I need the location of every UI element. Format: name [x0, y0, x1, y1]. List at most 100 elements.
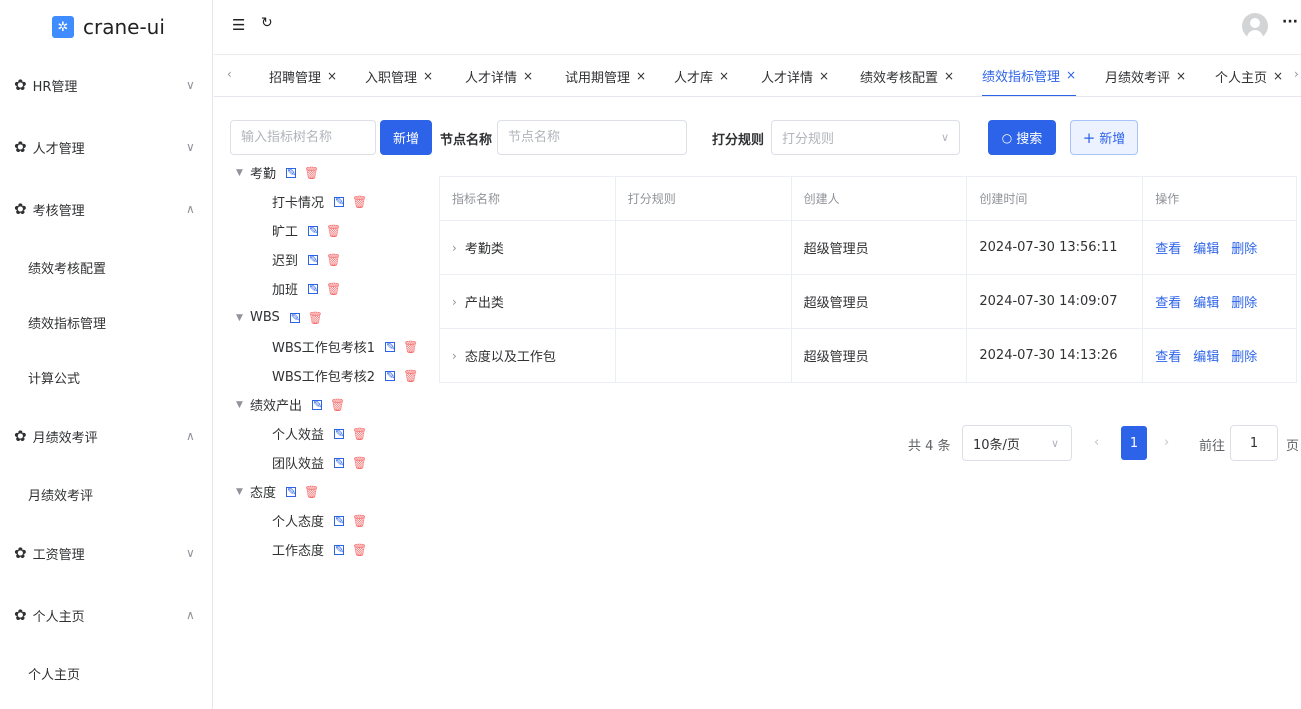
sidebar-group-1[interactable]: ✿ 人才管理 ∨: [0, 116, 212, 178]
tab-5[interactable]: 人才详情 ×: [761, 55, 829, 96]
tab-scroll-left-icon[interactable]: ‹: [227, 67, 232, 81]
page-number-current[interactable]: 1: [1121, 426, 1147, 460]
trash-icon[interactable]: 🗑: [308, 311, 323, 325]
edit-icon[interactable]: ✎: [308, 254, 318, 265]
close-icon[interactable]: ×: [944, 69, 954, 83]
trash-icon[interactable]: 🗑: [352, 427, 367, 441]
tab-3[interactable]: 试用期管理 ×: [565, 55, 646, 96]
node-name-input[interactable]: [497, 120, 687, 155]
edit-icon[interactable]: ✎: [385, 370, 395, 381]
sidebar-group-2[interactable]: ✿ 考核管理 ∧: [0, 178, 212, 240]
next-page-icon[interactable]: ›: [1164, 435, 1169, 450]
close-icon[interactable]: ×: [523, 69, 533, 83]
tree-search-input[interactable]: [230, 120, 376, 155]
expand-row-icon[interactable]: ›: [452, 349, 457, 363]
trash-icon[interactable]: 🗑: [352, 514, 367, 528]
trash-icon[interactable]: 🗑: [352, 195, 367, 209]
tab-1[interactable]: 入职管理 ×: [365, 55, 433, 96]
expand-triangle-icon[interactable]: ▼: [236, 400, 250, 410]
tree-node[interactable]: 迟到 ✎ 🗑: [230, 245, 439, 274]
tree-node[interactable]: 团队效益 ✎ 🗑: [230, 448, 439, 477]
edit-icon[interactable]: ✎: [308, 225, 318, 236]
tree-node[interactable]: ▼ 态度 ✎ 🗑: [230, 477, 439, 506]
sidebar-item-4[interactable]: 绩效指标管理: [0, 295, 212, 350]
sidebar-group-9[interactable]: ✿ 个人主页 ∧: [0, 584, 212, 646]
sidebar-item-5[interactable]: 计算公式: [0, 350, 212, 405]
close-icon[interactable]: ×: [423, 69, 433, 83]
menu-toggle-icon[interactable]: ☰: [232, 16, 245, 34]
tree-node[interactable]: ▼ WBS ✎ 🗑: [230, 303, 439, 332]
sidebar-item-10[interactable]: 个人主页: [0, 646, 212, 701]
tree-node[interactable]: ▼ 绩效产出 ✎ 🗑: [230, 390, 439, 419]
app-logo[interactable]: ✲ crane-ui: [0, 0, 212, 54]
expand-triangle-icon[interactable]: ▼: [236, 487, 250, 497]
avatar[interactable]: [1242, 13, 1268, 39]
view-link[interactable]: 查看: [1155, 238, 1181, 257]
tree-node[interactable]: 个人效益 ✎ 🗑: [230, 419, 439, 448]
page-size-select[interactable]: 10条/页 ∨: [962, 425, 1072, 461]
edit-icon[interactable]: ✎: [334, 196, 344, 207]
search-button[interactable]: ○ 搜索: [988, 120, 1056, 155]
trash-icon[interactable]: 🗑: [304, 166, 319, 180]
trash-icon[interactable]: 🗑: [352, 543, 367, 557]
rule-select[interactable]: 打分规则 ∨: [771, 120, 960, 155]
trash-icon[interactable]: 🗑: [403, 369, 418, 383]
close-icon[interactable]: ×: [1066, 68, 1076, 82]
expand-row-icon[interactable]: ›: [452, 295, 457, 309]
edit-icon[interactable]: ✎: [334, 515, 344, 526]
sidebar-group-0[interactable]: ✿ HR管理 ∨: [0, 54, 212, 116]
sidebar-group-8[interactable]: ✿ 工资管理 ∨: [0, 522, 212, 584]
trash-icon[interactable]: 🗑: [330, 398, 345, 412]
edit-icon[interactable]: ✎: [286, 486, 296, 497]
refresh-icon[interactable]: ↻: [261, 15, 273, 31]
tree-add-button[interactable]: 新增: [380, 120, 432, 155]
tree-node[interactable]: 加班 ✎ 🗑: [230, 274, 439, 303]
expand-triangle-icon[interactable]: ▼: [236, 313, 250, 323]
edit-icon[interactable]: ✎: [312, 399, 322, 410]
edit-icon[interactable]: ✎: [286, 167, 296, 178]
tab-0[interactable]: 招聘管理 ×: [269, 55, 337, 96]
edit-link[interactable]: 编辑: [1193, 292, 1219, 311]
edit-icon[interactable]: ✎: [334, 457, 344, 468]
tree-node[interactable]: WBS工作包考核2 ✎ 🗑: [230, 361, 439, 390]
edit-link[interactable]: 编辑: [1193, 238, 1219, 257]
close-icon[interactable]: ×: [1273, 69, 1283, 83]
tab-7[interactable]: 绩效指标管理 ×: [982, 55, 1077, 96]
expand-triangle-icon[interactable]: ▼: [236, 168, 250, 178]
delete-link[interactable]: 删除: [1231, 346, 1257, 365]
add-button[interactable]: + 新增: [1070, 120, 1138, 155]
edit-icon[interactable]: ✎: [289, 312, 300, 323]
sidebar-item-7[interactable]: 月绩效考评: [0, 467, 212, 522]
close-icon[interactable]: ×: [719, 69, 729, 83]
tab-scroll-right-icon[interactable]: ›: [1294, 67, 1299, 81]
close-icon[interactable]: ×: [636, 69, 646, 83]
tab-2[interactable]: 人才详情 ×: [465, 55, 533, 96]
trash-icon[interactable]: 🗑: [326, 253, 341, 267]
edit-icon[interactable]: ✎: [334, 428, 344, 439]
expand-row-icon[interactable]: ›: [452, 241, 457, 255]
edit-icon[interactable]: ✎: [334, 544, 344, 555]
delete-link[interactable]: 删除: [1231, 292, 1257, 311]
prev-page-icon[interactable]: ‹: [1094, 435, 1099, 450]
delete-link[interactable]: 删除: [1231, 238, 1257, 257]
trash-icon[interactable]: 🗑: [326, 224, 341, 238]
edit-link[interactable]: 编辑: [1193, 346, 1219, 365]
tab-4[interactable]: 人才库 ×: [674, 55, 729, 96]
trash-icon[interactable]: 🗑: [403, 340, 418, 354]
tab-8[interactable]: 月绩效考评 ×: [1105, 55, 1186, 96]
tree-node[interactable]: 打卡情况 ✎ 🗑: [230, 187, 439, 216]
close-icon[interactable]: ×: [819, 69, 829, 83]
tree-node[interactable]: ▼ 考勤 ✎ 🗑: [230, 158, 439, 187]
edit-icon[interactable]: ✎: [385, 341, 395, 352]
sidebar-group-6[interactable]: ✿ 月绩效考评 ∧: [0, 405, 212, 467]
goto-page-input[interactable]: [1230, 425, 1278, 461]
tree-node[interactable]: 旷工 ✎ 🗑: [230, 216, 439, 245]
view-link[interactable]: 查看: [1155, 292, 1181, 311]
trash-icon[interactable]: 🗑: [326, 282, 341, 296]
close-icon[interactable]: ×: [1176, 69, 1186, 83]
tab-9[interactable]: 个人主页 ×: [1215, 55, 1283, 96]
tree-node[interactable]: WBS工作包考核1 ✎ 🗑: [230, 332, 439, 361]
close-icon[interactable]: ×: [327, 69, 337, 83]
view-link[interactable]: 查看: [1155, 346, 1181, 365]
sidebar-item-3[interactable]: 绩效考核配置: [0, 240, 212, 295]
